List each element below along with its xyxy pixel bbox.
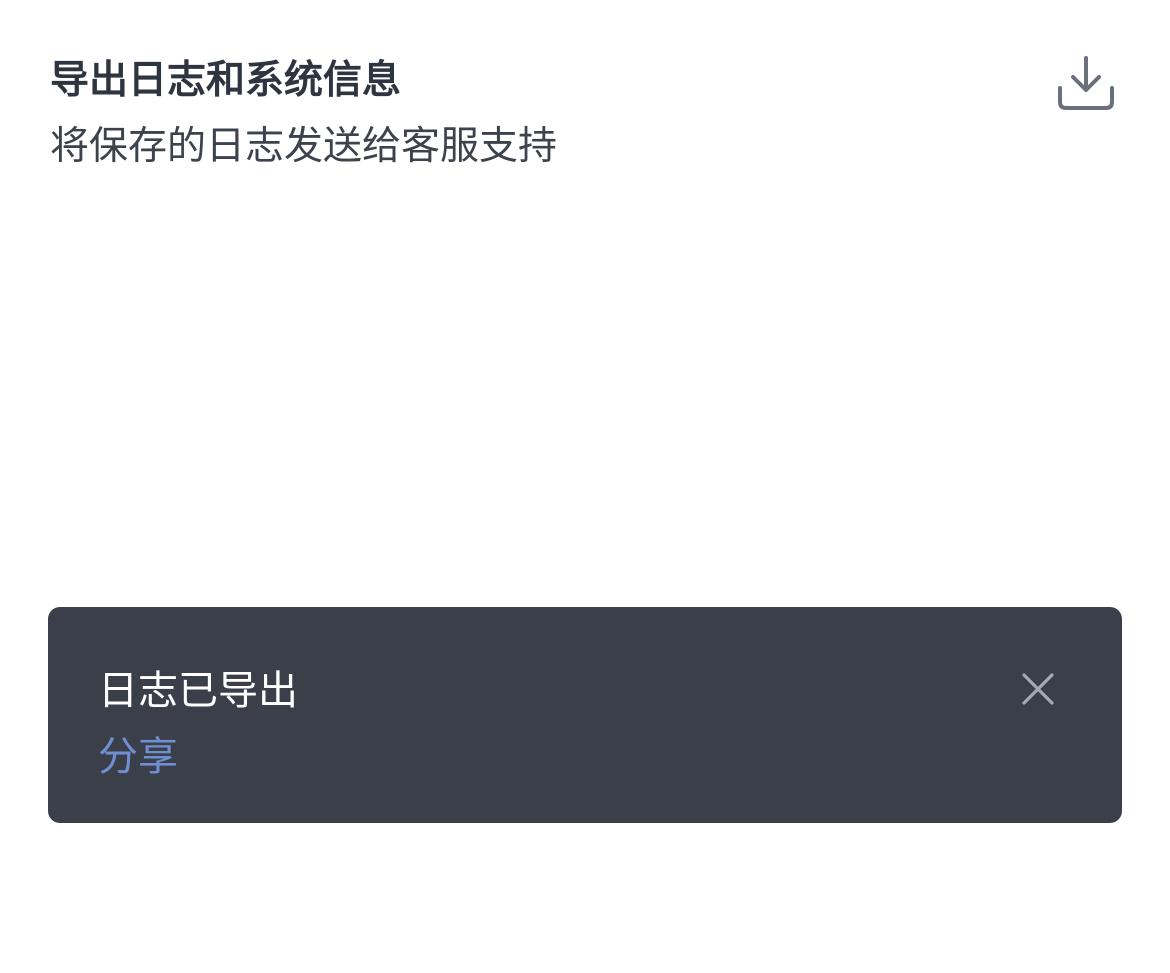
toast-close-button[interactable]	[1014, 665, 1062, 713]
export-logs-title: 导出日志和系统信息	[50, 58, 402, 103]
logs-exported-toast: 日志已导出 分享	[48, 607, 1122, 823]
download-icon	[1058, 56, 1114, 110]
export-logs-button[interactable]	[1050, 46, 1122, 118]
toast-message: 日志已导出	[98, 668, 298, 714]
share-button[interactable]: 分享	[98, 731, 178, 783]
close-icon	[1022, 673, 1054, 705]
export-logs-row: 导出日志和系统信息 将保存的日志发送给客服支持	[0, 0, 1170, 200]
export-logs-subtitle: 将保存的日志发送给客服支持	[50, 124, 558, 169]
